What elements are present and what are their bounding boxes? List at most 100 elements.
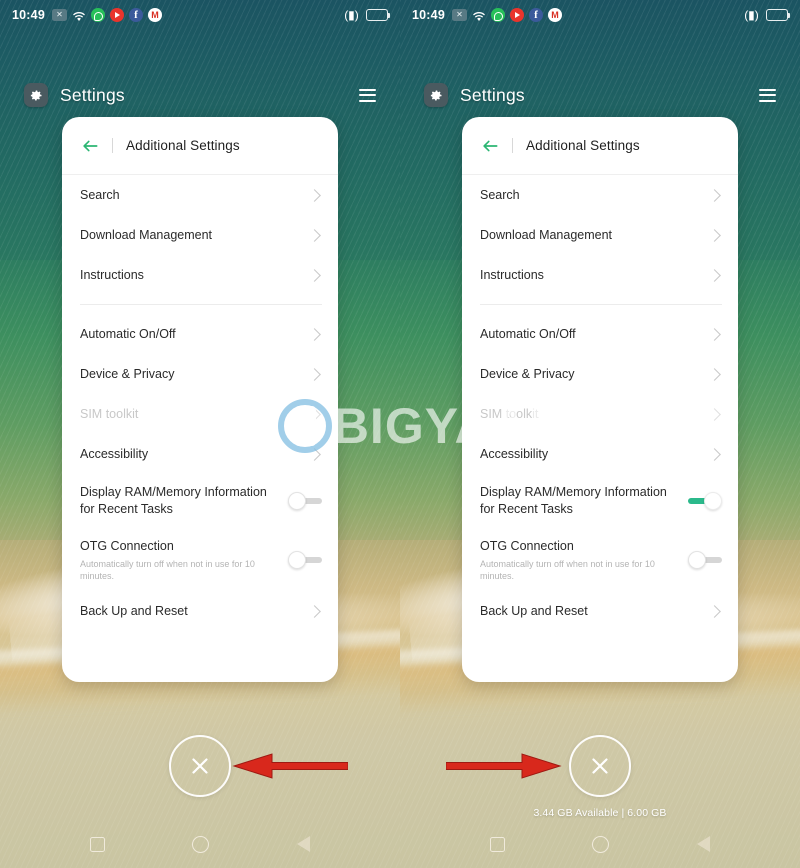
settings-list: Search Download Management Instructions … — [462, 175, 738, 632]
header-separator — [512, 138, 513, 153]
additional-settings-card: Additional Settings Search Download Mana… — [62, 117, 338, 682]
youtube-icon — [109, 8, 124, 22]
toggle-display-ram-memory[interactable] — [288, 491, 322, 510]
list-item-download-management[interactable]: Download Management — [62, 215, 338, 255]
close-all-button[interactable] — [569, 735, 631, 797]
home-circle-icon[interactable] — [592, 835, 610, 853]
back-triangle-icon[interactable] — [697, 836, 711, 852]
list-item-automatic-on-off[interactable]: Automatic On/Off — [462, 314, 738, 354]
list-item-instructions[interactable]: Instructions — [462, 255, 738, 295]
list-item-search[interactable]: Search — [62, 175, 338, 215]
list-item-sim-toolkit: SIM toolkit — [62, 394, 338, 434]
chevron-right-icon — [708, 407, 721, 421]
list-item-label: Display RAM/Memory Information for Recen… — [80, 485, 267, 516]
list-item-label: Accessibility — [480, 446, 549, 461]
back-arrow-icon[interactable] — [80, 136, 100, 156]
status-bar: 10:49 ✕ f M (▮) — [400, 0, 800, 30]
settings-list: Search Download Management Instructions … — [62, 175, 338, 632]
facebook-icon: f — [128, 8, 143, 22]
list-item-label: Back Up and Reset — [80, 604, 188, 619]
facebook-icon: f — [528, 8, 543, 22]
gear-icon — [424, 83, 448, 107]
list-item-label: Device & Privacy — [480, 366, 575, 381]
wifi-icon — [472, 9, 486, 21]
list-item-label: Device & Privacy — [80, 366, 175, 381]
chevron-right-icon — [308, 327, 321, 341]
card-title: Additional Settings — [526, 138, 640, 153]
annotation-arrow-left — [228, 752, 348, 780]
chevron-right-icon — [708, 188, 721, 202]
list-item-accessibility[interactable]: Accessibility — [62, 434, 338, 474]
vibrate-icon: (▮) — [744, 8, 759, 22]
vibrate-icon: (▮) — [344, 8, 359, 22]
toggle-otg-connection[interactable] — [688, 550, 722, 569]
settings-app-header: Settings — [0, 72, 400, 118]
list-item-otg-connection[interactable]: OTG Connection Automatically turn off wh… — [462, 528, 738, 592]
battery-icon — [766, 9, 791, 21]
recents-square-icon[interactable] — [489, 836, 505, 852]
battery-icon — [366, 9, 391, 21]
wifi-icon — [72, 9, 86, 21]
list-item-label: Display RAM/Memory Information for Recen… — [480, 485, 667, 516]
chevron-right-icon — [708, 228, 721, 242]
home-circle-icon[interactable] — [192, 835, 210, 853]
chevron-right-icon — [708, 327, 721, 341]
chevron-right-icon — [708, 268, 721, 282]
list-item-label: Instructions — [480, 267, 544, 282]
list-item-search[interactable]: Search — [462, 175, 738, 215]
list-item-device-privacy[interactable]: Device & Privacy — [462, 354, 738, 394]
list-item-otg-connection[interactable]: OTG Connection Automatically turn off wh… — [62, 528, 338, 592]
group-divider — [80, 304, 322, 305]
list-item-instructions[interactable]: Instructions — [62, 255, 338, 295]
list-item-label: Automatic On/Off — [480, 326, 576, 341]
list-item-display-ram-memory[interactable]: Display RAM/Memory Information for Recen… — [462, 474, 738, 528]
chevron-right-icon — [308, 447, 321, 461]
gear-icon — [24, 83, 48, 107]
card-header: Additional Settings — [462, 117, 738, 175]
back-triangle-icon[interactable] — [297, 836, 311, 852]
list-item-back-up-and-reset[interactable]: Back Up and Reset — [62, 592, 338, 632]
list-item-sim-toolkit: SIM toolkit — [462, 394, 738, 434]
card-header: Additional Settings — [62, 117, 338, 175]
list-item-sublabel: Automatically turn off when not in use f… — [80, 558, 255, 581]
chevron-right-icon — [308, 188, 321, 202]
page-title: Settings — [60, 84, 125, 105]
list-item-label: Search — [480, 187, 520, 202]
list-item-accessibility[interactable]: Accessibility — [462, 434, 738, 474]
toggle-otg-connection[interactable] — [288, 550, 322, 569]
recents-square-icon[interactable] — [89, 836, 105, 852]
back-arrow-icon[interactable] — [480, 136, 500, 156]
ram-status-text: 3.44 GB Available | 6.00 GB — [533, 807, 667, 819]
list-item-display-ram-memory[interactable]: Display RAM/Memory Information for Recen… — [62, 474, 338, 528]
list-item-device-privacy[interactable]: Device & Privacy — [62, 354, 338, 394]
list-item-label: Download Management — [80, 227, 213, 242]
status-clock: 10:49 — [412, 8, 445, 22]
close-all-button[interactable] — [169, 735, 231, 797]
status-bar: 10:49 ✕ f M (▮) — [0, 0, 400, 30]
list-item-download-management[interactable]: Download Management — [462, 215, 738, 255]
chevron-right-icon — [708, 605, 721, 619]
toggle-display-ram-memory[interactable] — [688, 491, 722, 510]
chevron-right-icon — [308, 367, 321, 381]
hamburger-icon[interactable] — [759, 88, 776, 102]
header-separator — [112, 138, 113, 153]
list-item-back-up-and-reset[interactable]: Back Up and Reset — [462, 592, 738, 632]
whatsapp-icon — [490, 8, 505, 22]
phone-screen-right: 10:49 ✕ f M (▮) Settings Additional Sett… — [400, 0, 800, 868]
settings-app-header: Settings — [400, 72, 800, 118]
close-notification-icon: ✕ — [51, 9, 67, 21]
chevron-right-icon — [308, 268, 321, 282]
navigation-bar — [0, 820, 400, 868]
navigation-bar — [400, 820, 800, 868]
close-notification-icon: ✕ — [451, 9, 467, 21]
list-item-label: Download Management — [480, 227, 613, 242]
status-clock: 10:49 — [12, 8, 45, 22]
additional-settings-card: Additional Settings Search Download Mana… — [462, 117, 738, 682]
list-item-label: SIM toolkit — [480, 406, 539, 421]
dual-screenshot-stage: 10:49 ✕ f M (▮) Settings Additional Sett… — [0, 0, 800, 868]
hamburger-icon[interactable] — [359, 88, 376, 102]
list-item-label: Back Up and Reset — [480, 604, 588, 619]
status-notification-icons: ✕ f M — [51, 8, 162, 22]
list-item-automatic-on-off[interactable]: Automatic On/Off — [62, 314, 338, 354]
chevron-right-icon — [708, 447, 721, 461]
